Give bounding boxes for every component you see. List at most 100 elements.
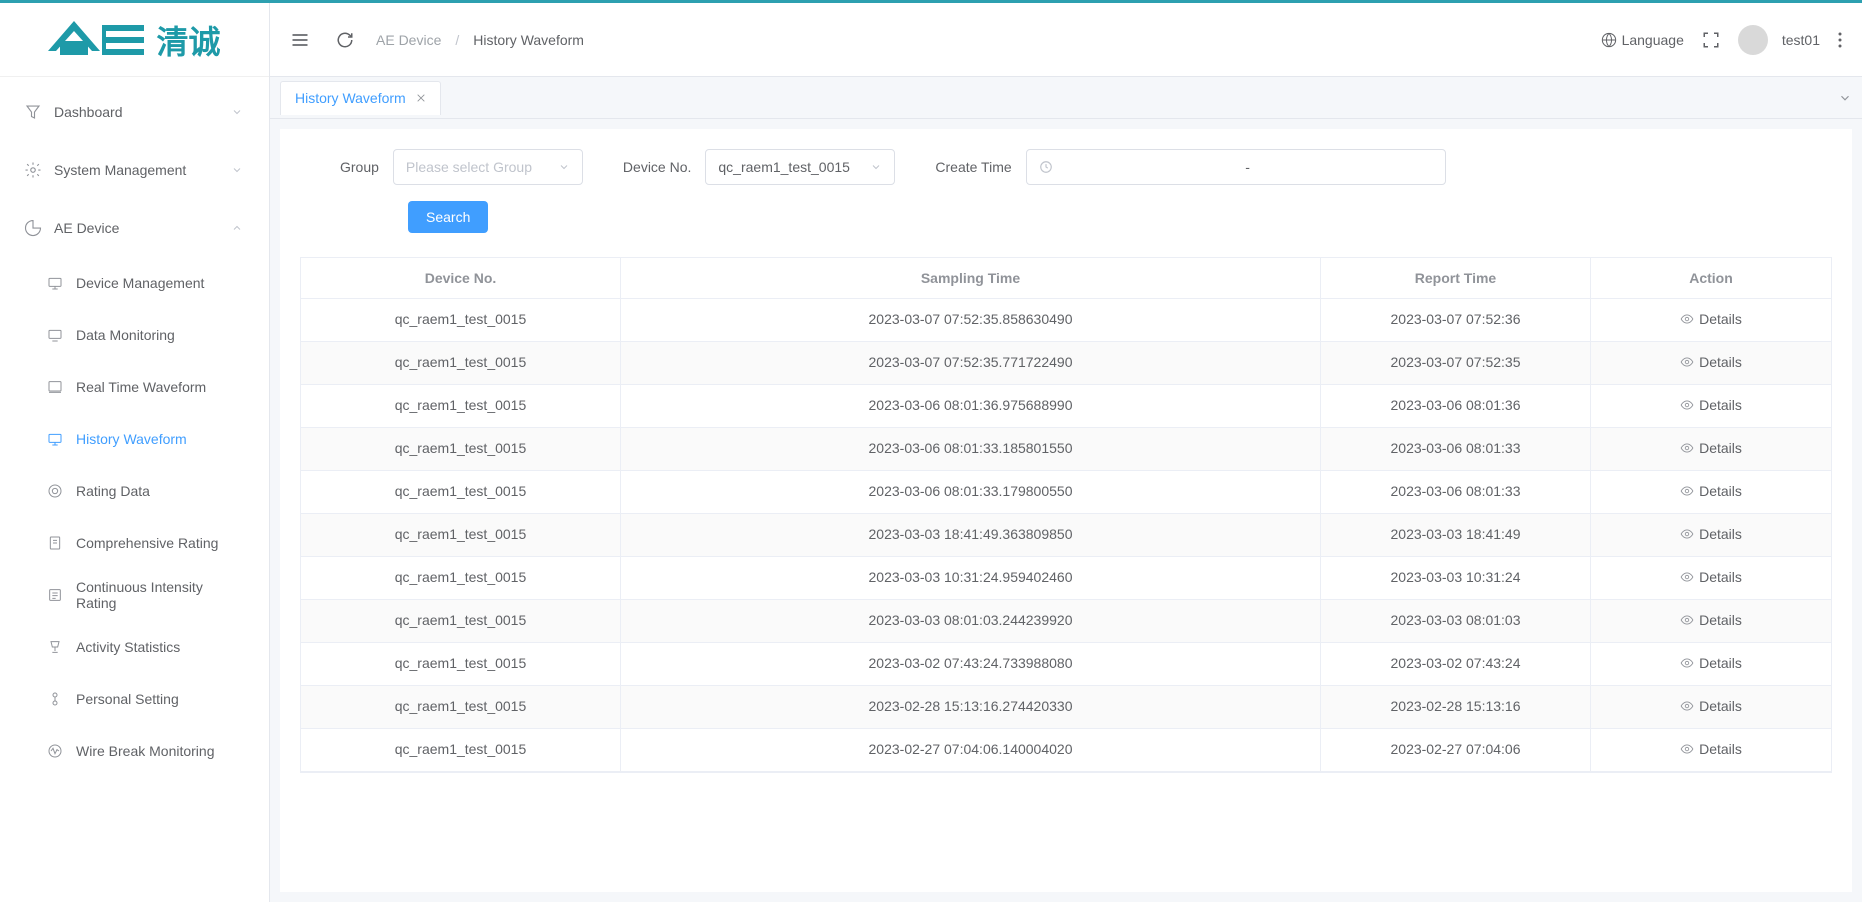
sidebar: 清诚 Dashboard System Management: [0, 3, 270, 902]
details-label: Details: [1699, 311, 1742, 327]
sidebar-item-continuous-intensity[interactable]: Continuous Intensity Rating: [0, 569, 269, 621]
eye-icon: [1680, 613, 1694, 627]
td-sampling: 2023-03-03 10:31:24.959402460: [621, 557, 1321, 599]
sidebar-item-system-management[interactable]: System Management: [0, 141, 269, 199]
sidebar-item-label: Dashboard: [54, 104, 231, 120]
details-label: Details: [1699, 483, 1742, 499]
table-row: qc_raem1_test_00152023-03-07 07:52:35.77…: [301, 342, 1831, 385]
create-time-label: Create Time: [935, 159, 1011, 175]
hamburger-icon[interactable]: [286, 26, 314, 54]
details-button[interactable]: Details: [1680, 311, 1742, 327]
table-row: qc_raem1_test_00152023-02-27 07:04:06.14…: [301, 729, 1831, 772]
group-label: Group: [340, 159, 379, 175]
details-button[interactable]: Details: [1680, 698, 1742, 714]
sidebar-item-label: AE Device: [54, 220, 231, 236]
td-action: Details: [1591, 643, 1831, 685]
create-time-range[interactable]: -: [1026, 149, 1446, 185]
table-row: qc_raem1_test_00152023-03-03 18:41:49.36…: [301, 514, 1831, 557]
td-action: Details: [1591, 514, 1831, 556]
details-button[interactable]: Details: [1680, 483, 1742, 499]
td-device: qc_raem1_test_0015: [301, 729, 621, 771]
breadcrumb-parent[interactable]: AE Device: [376, 32, 441, 48]
td-device: qc_raem1_test_0015: [301, 514, 621, 556]
table-row: qc_raem1_test_00152023-02-28 15:13:16.27…: [301, 686, 1831, 729]
sidebar-item-label: Data Monitoring: [76, 327, 175, 343]
td-report: 2023-03-03 08:01:03: [1321, 600, 1591, 642]
td-device: qc_raem1_test_0015: [301, 686, 621, 728]
table-row: qc_raem1_test_00152023-03-03 08:01:03.24…: [301, 600, 1831, 643]
td-device: qc_raem1_test_0015: [301, 428, 621, 470]
tab-history-waveform[interactable]: History Waveform: [280, 81, 441, 115]
td-action: Details: [1591, 299, 1831, 341]
chevron-down-icon[interactable]: [1838, 91, 1852, 105]
device-no-value: qc_raem1_test_0015: [718, 159, 850, 175]
device-no-select[interactable]: qc_raem1_test_0015: [705, 149, 895, 185]
more-icon[interactable]: [1834, 28, 1846, 52]
sidebar-item-label: System Management: [54, 162, 231, 178]
eye-icon: [1680, 398, 1694, 412]
td-device: qc_raem1_test_0015: [301, 600, 621, 642]
details-label: Details: [1699, 698, 1742, 714]
eye-icon: [1680, 527, 1694, 541]
sidebar-item-data-monitoring[interactable]: Data Monitoring: [0, 309, 269, 361]
language-switcher[interactable]: Language: [1601, 32, 1684, 48]
details-button[interactable]: Details: [1680, 655, 1742, 671]
language-label: Language: [1622, 32, 1684, 48]
details-label: Details: [1699, 655, 1742, 671]
document-icon: [44, 535, 66, 551]
td-report: 2023-03-06 08:01:36: [1321, 385, 1591, 427]
table-row: qc_raem1_test_00152023-03-02 07:43:24.73…: [301, 643, 1831, 686]
sidebar-item-label: Comprehensive Rating: [76, 535, 218, 551]
sidebar-item-personal-setting[interactable]: Personal Setting: [0, 673, 269, 725]
td-report: 2023-03-06 08:01:33: [1321, 471, 1591, 513]
sidebar-item-activity-statistics[interactable]: Activity Statistics: [0, 621, 269, 673]
sidebar-item-ae-device[interactable]: AE Device: [0, 199, 269, 257]
gear-icon: [22, 161, 44, 179]
td-report: 2023-02-28 15:13:16: [1321, 686, 1591, 728]
sidebar-item-rating-data[interactable]: Rating Data: [0, 465, 269, 517]
close-icon[interactable]: [416, 93, 426, 103]
details-button[interactable]: Details: [1680, 612, 1742, 628]
sidebar-item-label: Personal Setting: [76, 691, 179, 707]
td-sampling: 2023-03-06 08:01:36.975688990: [621, 385, 1321, 427]
sidebar-item-wire-break[interactable]: Wire Break Monitoring: [0, 725, 269, 777]
details-button[interactable]: Details: [1680, 526, 1742, 542]
td-sampling: 2023-03-03 08:01:03.244239920: [621, 600, 1321, 642]
details-label: Details: [1699, 526, 1742, 542]
td-action: Details: [1591, 385, 1831, 427]
td-report: 2023-03-07 07:52:36: [1321, 299, 1591, 341]
details-button[interactable]: Details: [1680, 440, 1742, 456]
lamp-icon: [44, 639, 66, 655]
sidebar-item-realtime-waveform[interactable]: Real Time Waveform: [0, 361, 269, 413]
sidebar-item-comprehensive-rating[interactable]: Comprehensive Rating: [0, 517, 269, 569]
sidebar-item-history-waveform[interactable]: History Waveform: [0, 413, 269, 465]
fullscreen-icon[interactable]: [1698, 27, 1724, 53]
td-action: Details: [1591, 729, 1831, 771]
details-label: Details: [1699, 354, 1742, 370]
td-device: qc_raem1_test_0015: [301, 385, 621, 427]
details-label: Details: [1699, 440, 1742, 456]
details-button[interactable]: Details: [1680, 397, 1742, 413]
td-device: qc_raem1_test_0015: [301, 299, 621, 341]
details-button[interactable]: Details: [1680, 569, 1742, 585]
avatar[interactable]: [1738, 25, 1768, 55]
table-row: qc_raem1_test_00152023-03-06 08:01:36.97…: [301, 385, 1831, 428]
device-no-label: Device No.: [623, 159, 691, 175]
sidebar-item-label: Rating Data: [76, 483, 150, 499]
td-action: Details: [1591, 686, 1831, 728]
logo-text: 清诚: [156, 17, 220, 63]
header: AE Device / History Waveform Language te…: [270, 3, 1862, 77]
content-panel: Group Please select Group Device No. qc_…: [280, 129, 1852, 892]
sidebar-item-device-management[interactable]: Device Management: [0, 257, 269, 309]
sidebar-item-dashboard[interactable]: Dashboard: [0, 83, 269, 141]
refresh-icon[interactable]: [332, 27, 358, 53]
search-button[interactable]: Search: [408, 201, 488, 233]
td-report: 2023-03-03 18:41:49: [1321, 514, 1591, 556]
th-report: Report Time: [1321, 258, 1591, 298]
list-icon: [44, 587, 66, 603]
group-select[interactable]: Please select Group: [393, 149, 583, 185]
td-action: Details: [1591, 600, 1831, 642]
daterange-separator: -: [1063, 159, 1433, 175]
details-button[interactable]: Details: [1680, 741, 1742, 757]
details-button[interactable]: Details: [1680, 354, 1742, 370]
